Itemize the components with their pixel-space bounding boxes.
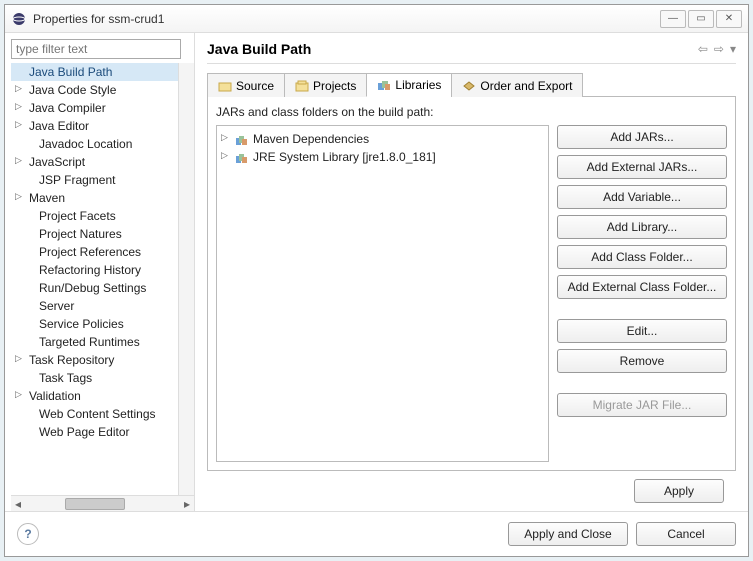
tab-label: Order and Export [480,79,572,93]
main-area: Java Build PathJava Code StyleJava Compi… [5,33,748,511]
tree-item[interactable]: Project Natures [11,225,178,243]
tree-item[interactable]: Validation [11,387,178,405]
tab-icon [295,80,309,92]
titlebar: Properties for ssm-crud1 — ▭ ✕ [5,5,748,33]
vertical-scrollbar[interactable] [178,63,194,495]
tree-item[interactable]: Task Tags [11,369,178,387]
tree-item[interactable]: Maven [11,189,178,207]
library-icon [235,152,249,164]
apply-row: Apply [207,479,736,511]
add-variable-button[interactable]: Add Variable... [557,185,727,209]
dialog-body: Java Build PathJava Code StyleJava Compi… [5,33,748,556]
forward-icon[interactable]: ⇨ [714,42,724,56]
filter-input[interactable] [11,39,181,59]
panel-label: JARs and class folders on the build path… [216,105,727,119]
apply-button[interactable]: Apply [634,479,724,503]
page-heading: Java Build Path [207,41,698,57]
heading-row: Java Build Path ⇦ ⇨ ▾ [207,41,736,64]
remove-button[interactable]: Remove [557,349,727,373]
tree-item[interactable]: Javadoc Location [11,135,178,153]
add-external-class-folder-button[interactable]: Add External Class Folder... [557,275,727,299]
tree-item[interactable]: JSP Fragment [11,171,178,189]
tree-item[interactable]: Java Code Style [11,81,178,99]
nav-icons: ⇦ ⇨ ▾ [698,42,736,56]
tree-item[interactable]: Task Repository [11,351,178,369]
help-icon[interactable]: ? [17,523,39,545]
button-column: Add JARs... Add External JARs... Add Var… [557,125,727,462]
jar-item[interactable]: Maven Dependencies [221,130,544,148]
tab-projects[interactable]: Projects [284,73,367,97]
tree-item[interactable]: Project Facets [11,207,178,225]
properties-dialog: Properties for ssm-crud1 — ▭ ✕ Java Buil… [4,4,749,557]
tree-item[interactable]: Java Build Path [11,63,178,81]
jar-item[interactable]: JRE System Library [jre1.8.0_181] [221,148,544,166]
close-button[interactable]: ✕ [716,10,742,28]
apply-and-close-button[interactable]: Apply and Close [508,522,628,546]
tab-label: Source [236,79,274,93]
window-controls: — ▭ ✕ [660,10,742,28]
tab-order-and-export[interactable]: Order and Export [451,73,583,97]
tree-item[interactable]: Service Policies [11,315,178,333]
tab-source[interactable]: Source [207,73,285,97]
add-class-folder-button[interactable]: Add Class Folder... [557,245,727,269]
tab-label: Libraries [395,78,441,92]
add-jars-button[interactable]: Add JARs... [557,125,727,149]
tab-icon [462,80,476,92]
tab-libraries[interactable]: Libraries [366,73,452,97]
tree-item[interactable]: Web Content Settings [11,405,178,423]
tree-item[interactable]: Java Compiler [11,99,178,117]
tree-item[interactable]: Targeted Runtimes [11,333,178,351]
edit-button[interactable]: Edit... [557,319,727,343]
tree-item[interactable]: Java Editor [11,117,178,135]
maximize-button[interactable]: ▭ [688,10,714,28]
tree-item[interactable]: Refactoring History [11,261,178,279]
horizontal-scrollbar[interactable]: ◂ ▸ [11,495,194,511]
tab-label: Projects [313,79,356,93]
content-area: Java Build Path ⇦ ⇨ ▾ Source Projects Libr… [195,33,748,511]
eclipse-icon [11,11,27,27]
jar-tree[interactable]: Maven DependenciesJRE System Library [jr… [216,125,549,462]
tab-bar: Source Projects Libraries Order and Export [207,72,736,97]
tab-icon [218,80,232,92]
add-library-button[interactable]: Add Library... [557,215,727,239]
footer: ? Apply and Close Cancel [5,511,748,556]
dropdown-icon[interactable]: ▾ [730,42,736,56]
tree-item[interactable]: Project References [11,243,178,261]
tree-item[interactable]: Server [11,297,178,315]
sidebar: Java Build PathJava Code StyleJava Compi… [5,33,195,511]
migrate-jar-button[interactable]: Migrate JAR File... [557,393,727,417]
panel-body: Maven DependenciesJRE System Library [jr… [216,125,727,462]
category-tree[interactable]: Java Build PathJava Code StyleJava Compi… [11,63,178,495]
library-icon [235,134,249,146]
add-external-jars-button[interactable]: Add External JARs... [557,155,727,179]
tree-item[interactable]: JavaScript [11,153,178,171]
minimize-button[interactable]: — [660,10,686,28]
tab-icon [377,79,391,91]
cancel-button[interactable]: Cancel [636,522,736,546]
tree-item[interactable]: Web Page Editor [11,423,178,441]
tree-item[interactable]: Run/Debug Settings [11,279,178,297]
libraries-panel: JARs and class folders on the build path… [207,97,736,471]
window-title: Properties for ssm-crud1 [33,12,660,26]
back-icon[interactable]: ⇦ [698,42,708,56]
